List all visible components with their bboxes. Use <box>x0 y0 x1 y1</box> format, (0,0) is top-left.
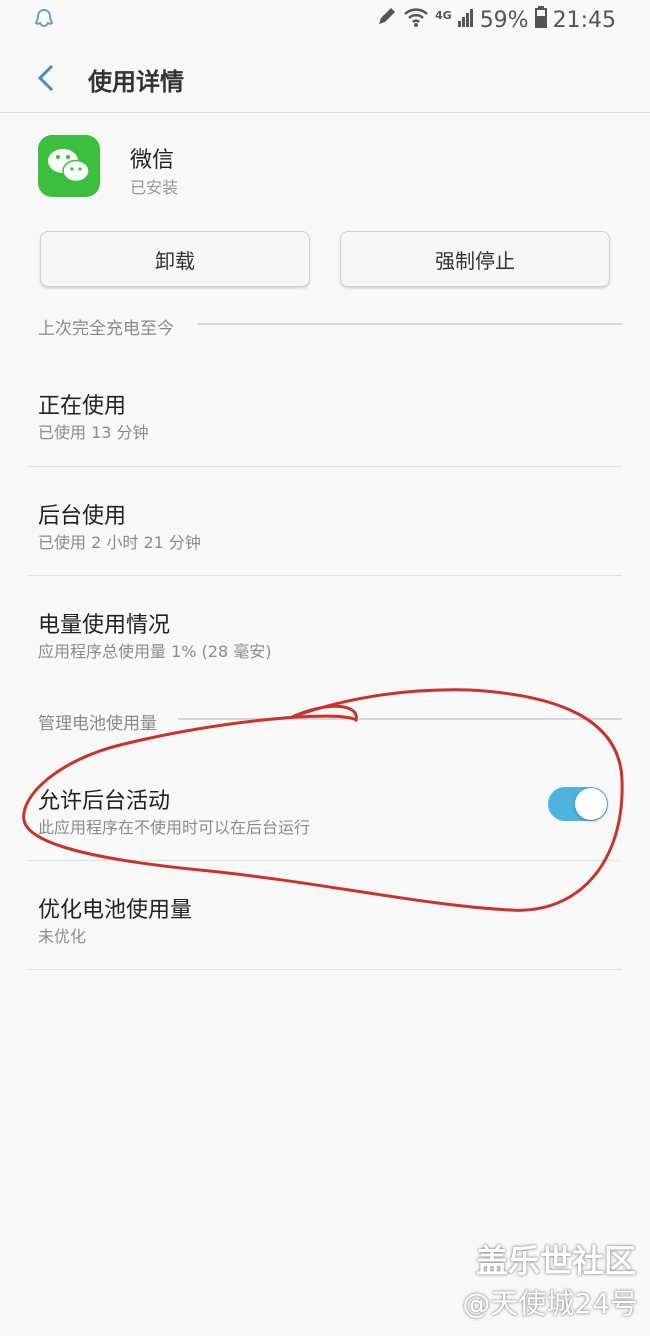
battery-percent: 59% <box>479 7 529 33</box>
item-title: 电量使用情况 <box>38 613 171 638</box>
item-subtitle: 已使用 2 小时 21 分钟 <box>38 533 201 552</box>
watermark-author: @天使城24号 <box>462 1287 638 1320</box>
item-subtitle: 应用程序总使用量 1% (28 毫安) <box>38 642 272 661</box>
wechat-app-icon <box>38 135 100 197</box>
section-header-since-full-charge: 上次完全充电至今 <box>38 319 174 339</box>
wifi-icon <box>403 6 429 34</box>
divider <box>28 969 622 970</box>
app-name: 微信 <box>130 148 175 173</box>
uninstall-button[interactable]: 卸载 <box>40 231 310 287</box>
item-title: 后台使用 <box>38 504 127 529</box>
network-type: 4G <box>435 8 452 22</box>
clock: 21:45 <box>552 7 616 33</box>
annotation-circle <box>22 688 624 912</box>
status-bar: 4G 59% 21:45 <box>0 0 650 42</box>
force-stop-button[interactable]: 强制停止 <box>340 231 610 287</box>
chevron-left-icon <box>37 64 54 92</box>
section-divider <box>198 323 622 325</box>
signal-icon <box>457 7 474 33</box>
notification-icon <box>34 8 54 36</box>
item-title: 正在使用 <box>38 394 127 419</box>
edit-icon <box>375 6 397 34</box>
back-button[interactable] <box>28 58 64 98</box>
app-install-status: 已安装 <box>130 178 179 197</box>
battery-icon <box>534 6 547 34</box>
watermark-site: 盖乐世社区 <box>475 1242 636 1280</box>
item-subtitle: 已使用 13 分钟 <box>38 423 149 442</box>
page-title: 使用详情 <box>88 68 184 96</box>
